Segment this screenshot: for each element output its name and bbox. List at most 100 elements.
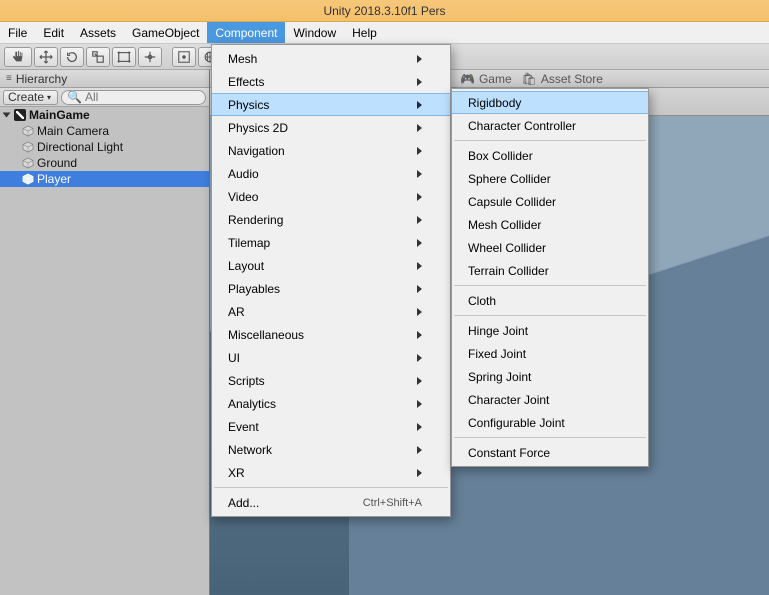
menu-item-ui[interactable]: UI [212,346,450,369]
submenu-item-terrain-collider[interactable]: Terrain Collider [452,259,648,282]
submenu-arrow-icon [417,331,422,339]
submenu-item-cloth[interactable]: Cloth [452,289,648,312]
menu-item-physics[interactable]: Physics [212,93,450,116]
menu-item-ar[interactable]: AR [212,300,450,323]
chevron-down-icon: ▾ [47,93,51,102]
menu-separator [454,437,646,438]
tool-rect-button[interactable] [112,47,136,67]
submenu-item-constant-force[interactable]: Constant Force [452,441,648,464]
submenu-arrow-icon [417,170,422,178]
menu-item-scripts[interactable]: Scripts [212,369,450,392]
submenu-arrow-icon [417,262,422,270]
rect-icon [117,50,131,64]
menu-edit[interactable]: Edit [35,22,72,43]
submenu-arrow-icon [417,285,422,293]
submenu-arrow-icon [417,193,422,201]
submenu-arrow-icon [417,308,422,316]
tool-pivot-button[interactable] [172,47,196,67]
menu-item-mesh[interactable]: Mesh [212,47,450,70]
menu-bar: File Edit Assets GameObject Component Wi… [0,22,769,44]
search-icon: 🔍 [67,90,82,104]
submenu-arrow-icon [417,423,422,431]
submenu-item-character-controller[interactable]: Character Controller [452,114,648,137]
tool-move-button[interactable] [34,47,58,67]
gameobject-icon [22,173,34,185]
menu-item-video[interactable]: Video [212,185,450,208]
hierarchy-tab[interactable]: ≡ Hierarchy [0,70,209,88]
submenu-item-spring-joint[interactable]: Spring Joint [452,365,648,388]
menu-help[interactable]: Help [344,22,385,43]
menu-item-audio[interactable]: Audio [212,162,450,185]
submenu-item-rigidbody[interactable]: Rigidbody [452,91,648,114]
hierarchy-item-player[interactable]: Player [0,171,209,187]
menu-separator [454,140,646,141]
menu-assets[interactable]: Assets [72,22,124,43]
menu-window[interactable]: Window [285,22,344,43]
menu-item-playables[interactable]: Playables [212,277,450,300]
tool-scale-button[interactable] [86,47,110,67]
hand-icon [11,50,25,64]
tool-transform-button[interactable] [138,47,162,67]
hierarchy-item-main-camera[interactable]: Main Camera [0,123,209,139]
submenu-arrow-icon [417,147,422,155]
submenu-arrow-icon [417,101,422,109]
submenu-arrow-icon [417,377,422,385]
menu-item-add[interactable]: Add...Ctrl+Shift+A [212,491,450,514]
hierarchy-menu-icon: ≡ [6,73,12,84]
menu-item-effects[interactable]: Effects [212,70,450,93]
tab-asset-store[interactable]: 🛍 Asset Store [522,72,603,86]
submenu-item-hinge-joint[interactable]: Hinge Joint [452,319,648,342]
menu-item-xr[interactable]: XR [212,461,450,484]
window-title: Unity 2018.3.10f1 Pers [323,4,445,18]
menu-gameobject[interactable]: GameObject [124,22,207,43]
submenu-arrow-icon [417,55,422,63]
menu-item-rendering[interactable]: Rendering [212,208,450,231]
submenu-item-sphere-collider[interactable]: Sphere Collider [452,167,648,190]
tab-game[interactable]: 🎮 Game [460,72,512,86]
submenu-item-fixed-joint[interactable]: Fixed Joint [452,342,648,365]
menu-item-miscellaneous[interactable]: Miscellaneous [212,323,450,346]
window-titlebar: Unity 2018.3.10f1 Pers [0,0,769,22]
menu-item-layout[interactable]: Layout [212,254,450,277]
hierarchy-list: MainGame Main Camera Directional Light G… [0,107,209,595]
game-icon: 🎮 [460,72,475,86]
submenu-arrow-icon [417,469,422,477]
hierarchy-item-ground[interactable]: Ground [0,155,209,171]
caret-down-icon [3,113,11,118]
transform-icon [143,50,157,64]
scale-icon [91,50,105,64]
hierarchy-subbar: Create ▾ 🔍 All [0,88,209,107]
menu-shortcut: Ctrl+Shift+A [363,497,422,509]
menu-item-navigation[interactable]: Navigation [212,139,450,162]
submenu-arrow-icon [417,239,422,247]
menu-item-tilemap[interactable]: Tilemap [212,231,450,254]
menu-file[interactable]: File [0,22,35,43]
menu-item-physics-2d[interactable]: Physics 2D [212,116,450,139]
submenu-arrow-icon [417,354,422,362]
menu-item-event[interactable]: Event [212,415,450,438]
menu-item-network[interactable]: Network [212,438,450,461]
submenu-item-configurable-joint[interactable]: Configurable Joint [452,411,648,434]
create-button[interactable]: Create ▾ [3,90,58,105]
submenu-item-character-joint[interactable]: Character Joint [452,388,648,411]
scene-name: MainGame [29,108,90,122]
tool-hand-button[interactable] [4,47,32,67]
submenu-item-capsule-collider[interactable]: Capsule Collider [452,190,648,213]
hierarchy-scene-row[interactable]: MainGame [0,107,209,123]
submenu-item-mesh-collider[interactable]: Mesh Collider [452,213,648,236]
gameobject-icon [22,125,34,137]
menu-separator [214,487,448,488]
menu-item-analytics[interactable]: Analytics [212,392,450,415]
menu-separator [454,285,646,286]
tool-rotate-button[interactable] [60,47,84,67]
pivot-icon [177,50,191,64]
hierarchy-item-directional-light[interactable]: Directional Light [0,139,209,155]
rotate-icon [65,50,79,64]
submenu-item-box-collider[interactable]: Box Collider [452,144,648,167]
search-placeholder: All [85,90,98,104]
menu-component[interactable]: Component [207,22,285,43]
submenu-arrow-icon [417,446,422,454]
hierarchy-search-input[interactable]: 🔍 All [61,90,206,105]
submenu-item-wheel-collider[interactable]: Wheel Collider [452,236,648,259]
submenu-arrow-icon [417,400,422,408]
